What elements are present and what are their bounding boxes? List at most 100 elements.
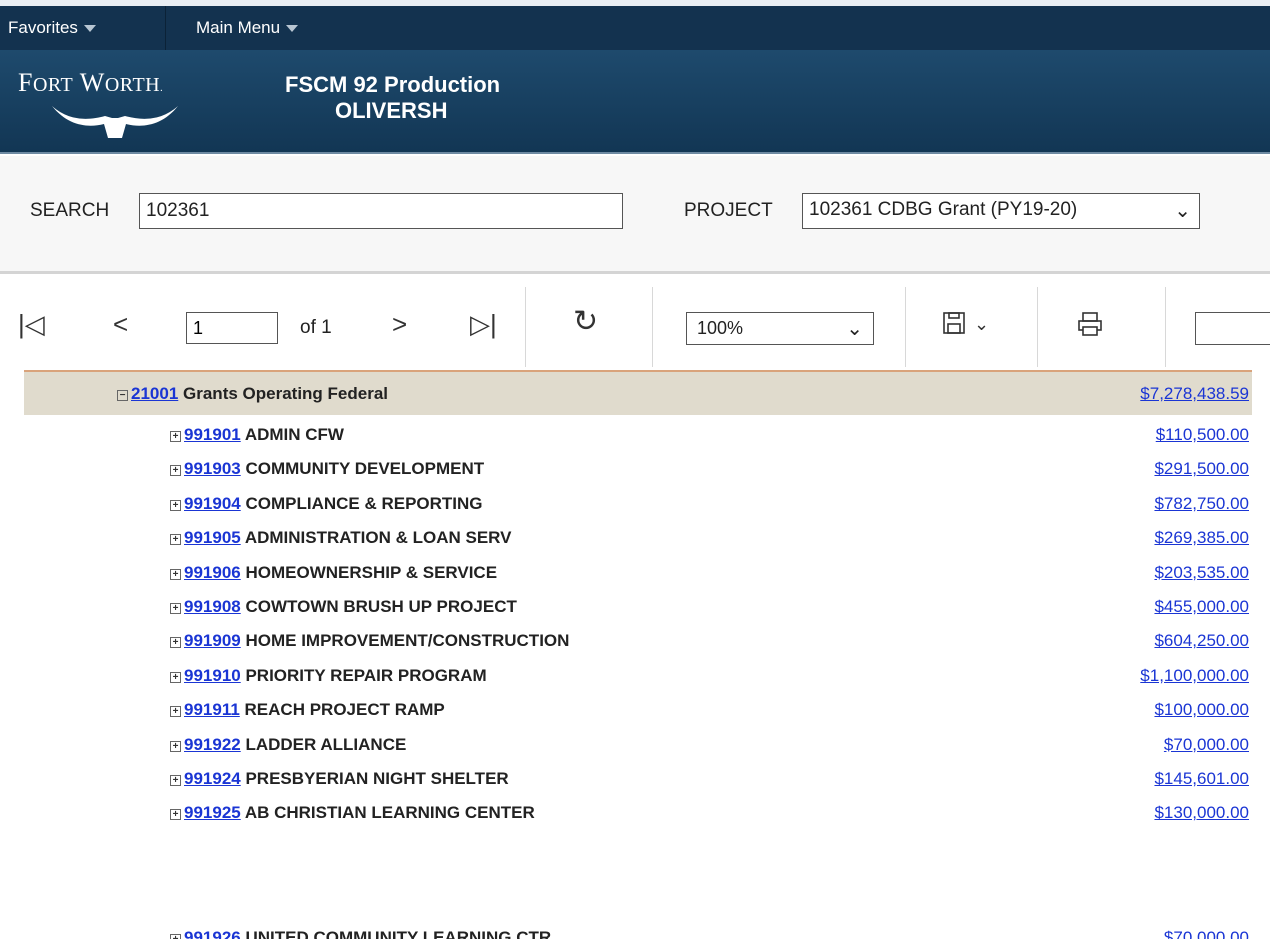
search-panel: SEARCH PROJECT 102361 CDBG Grant (PY19-2… <box>0 156 1270 274</box>
dept-code-link[interactable]: 991903 <box>184 459 241 478</box>
table-row: +991909 HOME IMPROVEMENT/CONSTRUCTION $60… <box>0 626 1270 656</box>
dept-code-link[interactable]: 991904 <box>184 494 241 513</box>
dept-amount-link[interactable]: $70,000.00 <box>1164 928 1249 939</box>
expand-icon[interactable]: + <box>170 568 181 580</box>
find-text-input[interactable] <box>1195 312 1270 345</box>
print-icon[interactable] <box>1077 311 1103 341</box>
chevron-down-icon: ⌄ <box>1174 200 1191 222</box>
dept-name: COMPLIANCE & REPORTING <box>245 493 483 513</box>
longhorn-logo-icon <box>52 106 178 138</box>
expand-icon[interactable]: + <box>170 775 181 786</box>
expand-icon[interactable]: + <box>170 499 181 511</box>
report-toolbar: |◁ < of 1 > ▷| ↻ 100% ⌄ ⌄ <box>0 287 1270 367</box>
dept-code-link[interactable]: 991910 <box>184 666 241 685</box>
last-page-icon[interactable]: ▷| <box>470 311 497 337</box>
project-select[interactable]: 102361 CDBG Grant (PY19-20) ⌄ <box>802 193 1200 229</box>
expand-icon[interactable]: + <box>170 637 181 649</box>
dept-amount-link[interactable]: $269,385.00 <box>1154 528 1249 548</box>
dept-label: +991922 LADDER ALLIANCE <box>170 735 406 755</box>
dept-code-link[interactable]: 991901 <box>184 425 241 444</box>
next-page-icon[interactable]: > <box>392 311 407 337</box>
expand-icon[interactable]: + <box>170 740 181 752</box>
dept-code-link[interactable]: 991906 <box>184 563 241 582</box>
favorites-menu[interactable]: Favorites <box>8 18 96 38</box>
dept-amount-link[interactable]: $145,601.00 <box>1154 769 1249 789</box>
search-label: SEARCH <box>30 200 110 221</box>
fund-header-label: −21001 Grants Operating Federal <box>117 384 388 404</box>
dept-name: ADMINISTRATION & LOAN SERV <box>244 528 512 548</box>
dept-amount-link[interactable]: $291,500.00 <box>1154 459 1249 479</box>
first-page-icon[interactable]: |◁ <box>18 311 45 337</box>
dept-name: UNITED COMMUNITY LEARNING CTR <box>245 928 552 939</box>
export-chevron-down-icon[interactable]: ⌄ <box>974 315 989 333</box>
dept-amount-link[interactable]: $455,000.00 <box>1154 597 1249 617</box>
collapse-icon[interactable]: − <box>117 390 128 401</box>
dept-code-link[interactable]: 991905 <box>184 528 241 547</box>
cutoff-row-label: +991926 UNITED COMMUNITY LEARNING CTR <box>170 928 551 939</box>
table-row: +991903 COMMUNITY DEVELOPMENT $291,500.00 <box>0 454 1270 484</box>
dept-code-link[interactable]: 991909 <box>184 631 241 650</box>
save-export-icon[interactable] <box>942 311 966 340</box>
header-banner: FORT WORTH. FSCM 92 Production OLIVERSH <box>0 50 1270 154</box>
dept-code-link[interactable]: 991908 <box>184 597 241 616</box>
main-menu-caret-icon <box>286 25 299 33</box>
dept-name: LADDER ALLIANCE <box>245 734 407 754</box>
table-row: +991906 HOMEOWNERSHIP & SERVICE $203,535.… <box>0 558 1270 588</box>
dept-amount-link[interactable]: $70,000.00 <box>1164 735 1249 755</box>
expand-icon[interactable]: + <box>170 934 181 939</box>
dept-amount-link[interactable]: $604,250.00 <box>1154 631 1249 651</box>
dept-amount-link[interactable]: $782,750.00 <box>1154 494 1249 514</box>
dept-label: +991901 ADMIN CFW <box>170 425 344 445</box>
user-id: OLIVERSH <box>335 98 448 123</box>
expand-icon[interactable]: + <box>170 671 181 683</box>
expand-icon[interactable]: + <box>170 603 181 614</box>
dept-label: +991903 COMMUNITY DEVELOPMENT <box>170 459 484 479</box>
dept-code-link[interactable]: 991925 <box>184 803 241 822</box>
dept-label: +991924 PRESBYERIAN NIGHT SHELTER <box>170 769 509 789</box>
refresh-icon[interactable]: ↻ <box>573 307 598 337</box>
table-row: +991905 ADMINISTRATION & LOAN SERV $269,3… <box>0 523 1270 553</box>
cutoff-row: +991926 UNITED COMMUNITY LEARNING CTR $7… <box>0 928 1270 939</box>
zoom-value: 100% <box>697 318 744 338</box>
favorites-label: Favorites <box>8 18 78 37</box>
dept-amount-link[interactable]: $1,100,000.00 <box>1140 666 1249 686</box>
dept-code-link[interactable]: 991911 <box>184 700 240 719</box>
page-number-input[interactable] <box>186 312 278 344</box>
table-row: +991910 PRIORITY REPAIR PROGRAM $1,100,00… <box>0 661 1270 691</box>
expand-icon[interactable]: + <box>170 706 181 718</box>
fund-code-link[interactable]: 21001 <box>131 384 178 403</box>
toolbar-divider <box>1165 287 1166 367</box>
previous-page-icon[interactable]: < <box>113 311 128 337</box>
dept-name: HOME IMPROVEMENT/CONSTRUCTION <box>245 631 570 651</box>
favorites-caret-icon <box>83 25 96 33</box>
expand-icon[interactable]: + <box>170 465 181 477</box>
dept-label: +991908 COWTOWN BRUSH UP PROJECT <box>170 597 517 617</box>
dept-amount-link[interactable]: $203,535.00 <box>1154 563 1249 583</box>
dept-label: +991910 PRIORITY REPAIR PROGRAM <box>170 666 487 686</box>
table-row: +991924 PRESBYERIAN NIGHT SHELTER $145,60… <box>0 764 1270 794</box>
dept-label: +991911 REACH PROJECT RAMP <box>170 700 445 720</box>
dept-label: +991909 HOME IMPROVEMENT/CONSTRUCTION <box>170 631 569 651</box>
zoom-select[interactable]: 100% ⌄ <box>686 312 874 345</box>
dept-label: +991905 ADMINISTRATION & LOAN SERV <box>170 528 511 548</box>
expand-icon[interactable]: + <box>170 809 181 821</box>
toolbar-divider <box>905 287 906 367</box>
dept-name: PRIORITY REPAIR PROGRAM <box>245 665 487 685</box>
table-row: +991901 ADMIN CFW $110,500.00 <box>0 420 1270 450</box>
expand-icon[interactable]: + <box>170 431 181 442</box>
toolbar-divider <box>525 287 526 367</box>
fund-amount-link[interactable]: $7,278,438.59 <box>1140 384 1249 404</box>
dept-code-link[interactable]: 991922 <box>184 735 241 754</box>
dept-amount-link[interactable]: $130,000.00 <box>1154 803 1249 823</box>
table-row: +991904 COMPLIANCE & REPORTING $782,750.0… <box>0 489 1270 519</box>
dept-amount-link[interactable]: $100,000.00 <box>1154 700 1249 720</box>
dept-code-link[interactable]: 991926 <box>184 928 241 939</box>
dept-code-link[interactable]: 991924 <box>184 769 241 788</box>
dept-label: +991925 AB CHRISTIAN LEARNING CENTER <box>170 803 535 823</box>
dept-name: PRESBYERIAN NIGHT SHELTER <box>245 769 509 788</box>
dept-name: COMMUNITY DEVELOPMENT <box>245 459 485 479</box>
expand-icon[interactable]: + <box>170 534 181 546</box>
dept-amount-link[interactable]: $110,500.00 <box>1156 425 1249 445</box>
main-menu[interactable]: Main Menu <box>196 18 299 38</box>
search-input[interactable] <box>139 193 623 229</box>
